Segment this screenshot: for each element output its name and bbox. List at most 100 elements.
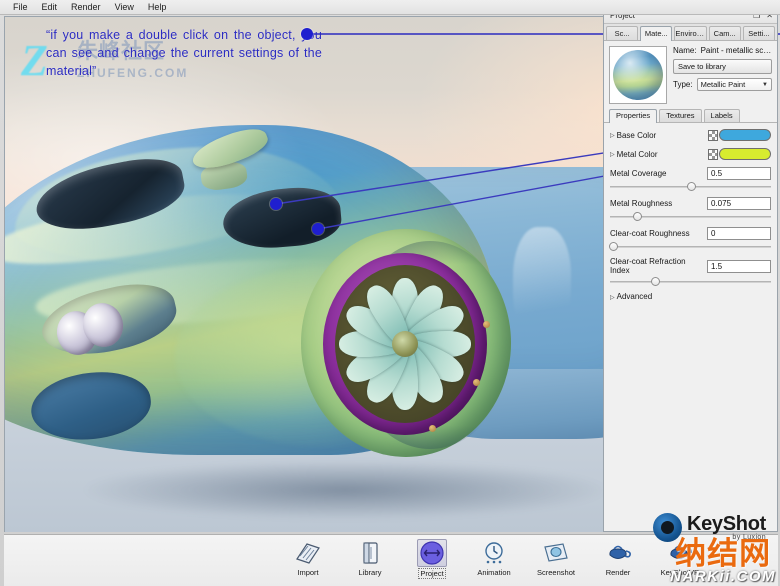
screenshot-icon [541,539,571,567]
base-color-swatch[interactable] [719,129,771,141]
property-metal-color: ▷ Metal Color [610,148,771,160]
property-metal-roughness-label: Metal Roughness [610,199,707,208]
material-name-row: Name: Paint - metallic scarlett [673,46,772,55]
tab-environment[interactable]: Environm... [674,26,706,40]
import-icon [293,539,323,567]
metal-color-swatch[interactable] [719,148,771,160]
clearcoat-roughness-input[interactable]: 0 [707,227,771,240]
property-metal-coverage: Metal Coverage 0.5 [610,167,771,193]
toolbar-button-library[interactable]: Library [344,539,396,577]
wheel-lug-2 [473,379,480,386]
toolbar-button-project[interactable]: Project [406,539,458,579]
property-advanced-label: Advanced [617,292,653,301]
menu-item-help[interactable]: Help [141,0,174,14]
slider-track [610,246,771,248]
watermark-narkii-cn: 纳结网 [670,539,776,569]
toolbar-label-import: Import [297,568,318,577]
toolbar-button-screenshot[interactable]: Screenshot [530,539,582,577]
tab-material[interactable]: Mate... [640,26,672,41]
project-icon [417,539,447,567]
save-to-library-button[interactable]: Save to library [673,59,772,74]
metal-roughness-input[interactable]: 0.075 [707,197,771,210]
property-base-color-label: Base Color [617,131,708,140]
clearcoat-refraction-slider[interactable] [610,276,771,288]
material-fields: Name: Paint - metallic scarlett Save to … [673,46,772,104]
toolbar-label-project: Project [418,568,445,579]
subtab-textures[interactable]: Textures [659,109,701,122]
metal-roughness-slider[interactable] [610,211,771,223]
clearcoat-roughness-slider[interactable] [610,241,771,253]
property-clearcoat-roughness-label: Clear-coat Roughness [610,229,707,238]
material-name-value[interactable]: Paint - metallic scarlett [701,46,772,55]
menu-item-file[interactable]: File [6,0,35,14]
property-advanced-group[interactable]: ▷Advanced [610,292,771,301]
material-type-select[interactable]: Metallic Paint ▼ [697,78,772,91]
subtab-labels[interactable]: Labels [704,109,740,122]
material-type-label: Type: [673,80,693,89]
front-wheel [301,229,525,459]
toolbar-label-screenshot: Screenshot [537,568,575,577]
annotation-dot-metal-color [312,223,324,235]
render-icon [603,539,633,567]
slider-track [610,281,771,283]
toolbar-label-render: Render [606,568,631,577]
material-subtab-strip: Properties Textures Labels [604,109,777,123]
library-icon [355,539,385,567]
car-model[interactable] [5,17,645,532]
toolbar-items: Import Library [282,539,706,579]
metal-coverage-input[interactable]: 0.5 [707,167,771,180]
material-preview-thumbnail[interactable] [609,46,667,104]
metal-color-texture-icon[interactable] [708,149,718,160]
keyshot-window: File Edit Render View Help [0,0,780,586]
property-metal-coverage-label: Metal Coverage [610,169,707,178]
annotation-viewport-note: “if you make a double click on the objec… [46,26,322,80]
animation-icon [479,539,509,567]
material-properties-list: ▷ Base Color ▷ Metal Color Metal Coverag… [604,123,777,531]
material-header: Name: Paint - metallic scarlett Save to … [604,41,777,109]
material-name-label: Name: [673,46,697,55]
metal-coverage-slider[interactable] [610,181,771,193]
property-clearcoat-refraction-index: Clear-coat Refraction Index 1.5 [610,257,771,288]
slider-knob[interactable] [609,242,618,251]
wheel-lug-1 [483,321,490,328]
wheel-rim-inner [335,265,475,423]
toolbar-button-render[interactable]: Render [592,539,644,577]
project-panel[interactable]: Project ❐ ✕ Sc... Mate... Environm... Ca… [603,8,778,532]
menu-item-view[interactable]: View [108,0,141,14]
keyshot-name: KeyShot [687,514,766,534]
expand-triangle-icon[interactable]: ▷ [610,295,615,301]
property-metal-roughness: Metal Roughness 0.075 [610,197,771,223]
panel-tab-strip: Sc... Mate... Environm... Cam... Setti..… [604,24,777,41]
tab-scene[interactable]: Sc... [606,26,638,40]
watermark-narkii: 纳结网 NARKii.COM [670,539,776,584]
property-clearcoat-refraction-label: Clear-coat Refraction Index [610,257,707,275]
property-metal-color-label: Metal Color [617,150,708,159]
tab-settings[interactable]: Setti... [743,26,775,40]
toolbar-label-animation: Animation [477,568,510,577]
material-type-value: Metallic Paint [701,80,746,89]
annotation-dot-object [301,28,313,40]
slider-knob[interactable] [633,212,642,221]
wheel-hub [392,331,418,357]
material-type-row: Type: Metallic Paint ▼ [673,78,772,91]
base-color-texture-icon[interactable] [708,130,718,141]
toolbar-button-animation[interactable]: Animation [468,539,520,577]
subtab-properties[interactable]: Properties [609,109,657,123]
slider-knob[interactable] [651,277,660,286]
property-clearcoat-roughness: Clear-coat Roughness 0 [610,227,771,253]
ground-shadow [85,461,605,519]
slider-knob[interactable] [687,182,696,191]
chevron-down-icon: ▼ [762,82,768,88]
annotation-dot-base-color [270,198,282,210]
property-base-color: ▷ Base Color [610,129,771,141]
watermark-narkii-en: NARKii.COM [670,569,776,584]
menu-item-edit[interactable]: Edit [35,0,65,14]
toolbar-button-import[interactable]: Import [282,539,334,577]
watermark-z-logo: Z [21,35,48,86]
expand-triangle-icon[interactable]: ▷ [610,132,615,139]
menu-item-render[interactable]: Render [64,0,108,14]
tab-camera[interactable]: Cam... [709,26,741,40]
expand-triangle-icon[interactable]: ▷ [610,151,615,158]
wheel-lug-3 [429,425,436,432]
clearcoat-refraction-input[interactable]: 1.5 [707,260,771,273]
